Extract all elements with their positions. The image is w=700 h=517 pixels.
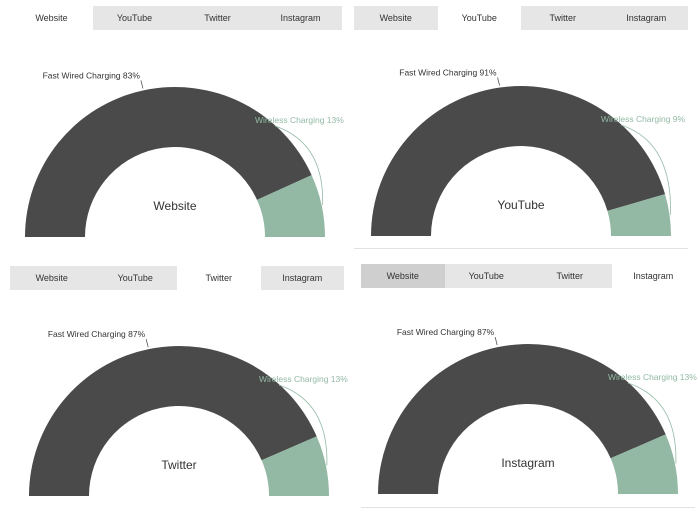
panel-twitter: Website YouTube Twitter Instagram Fast W… bbox=[10, 266, 348, 516]
center-label: Twitter bbox=[161, 458, 196, 472]
connector-fast-wired-charging bbox=[140, 80, 144, 89]
semi-donut-chart: Fast Wired Charging 87% Wireless Charging… bbox=[29, 329, 348, 496]
connector-fast-wired-charging bbox=[494, 337, 498, 346]
center-label: YouTube bbox=[497, 198, 544, 212]
data-label-wireless-charging: Wireless Charging 13% bbox=[259, 374, 348, 384]
panel-divider bbox=[354, 248, 688, 249]
center-label: Website bbox=[153, 199, 196, 213]
connector-fast-wired-charging bbox=[145, 339, 149, 348]
semi-donut-chart: Fast Wired Charging 87% Wireless Charging… bbox=[378, 327, 697, 494]
data-label-fast-wired-charging: Fast Wired Charging 87% bbox=[48, 329, 146, 339]
connector-fast-wired-charging bbox=[497, 77, 500, 86]
data-label-wireless-charging: Wireless Charging 13% bbox=[255, 115, 344, 125]
data-label-wireless-charging: Wireless Charging 13% bbox=[608, 372, 697, 382]
panel-website: Website YouTube Twitter Instagram Fast W… bbox=[10, 6, 344, 256]
semi-donut-chart: Fast Wired Charging 91% Wireless Charging… bbox=[371, 68, 686, 236]
panel-instagram: Website YouTube Twitter Instagram Fast W… bbox=[361, 264, 697, 514]
data-label-wireless-charging: Wireless Charging 9% bbox=[601, 114, 686, 124]
center-label: Instagram bbox=[501, 456, 554, 470]
panel-youtube: Website YouTube Twitter Instagram Fast W… bbox=[354, 6, 688, 256]
data-label-fast-wired-charging: Fast Wired Charging 83% bbox=[43, 70, 141, 80]
data-label-fast-wired-charging: Fast Wired Charging 91% bbox=[399, 68, 497, 78]
semi-donut-chart: Fast Wired Charging 83% Wireless Charging… bbox=[25, 70, 344, 237]
panel-divider bbox=[361, 507, 695, 508]
data-label-fast-wired-charging: Fast Wired Charging 87% bbox=[397, 327, 495, 337]
